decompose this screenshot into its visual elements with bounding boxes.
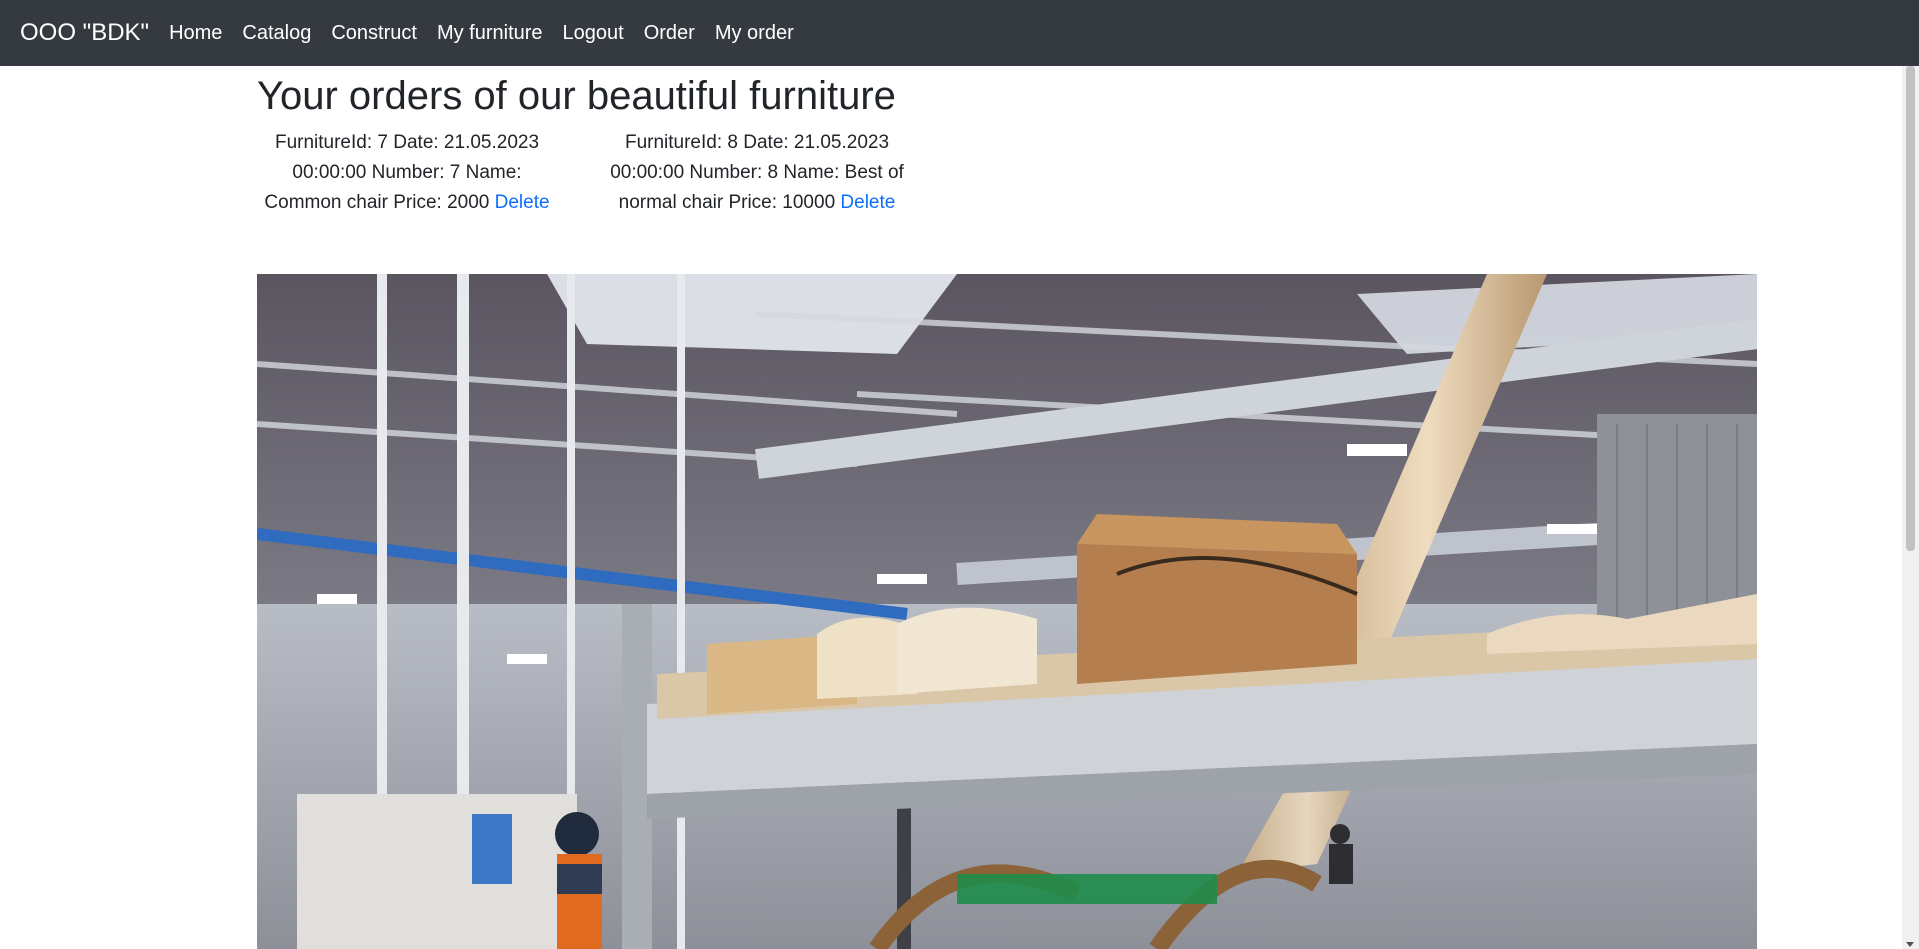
top-navbar: OOO "BDK" Home Catalog Construct My furn… — [0, 0, 1919, 66]
nav-link-catalog[interactable]: Catalog — [232, 22, 321, 45]
order-item: FurnitureId: 8 Date: 21.05.2023 00:00:00… — [607, 128, 907, 218]
scroll-down-arrow-icon[interactable] — [1906, 942, 1914, 947]
furniture-factory-photo — [257, 274, 1757, 949]
page-title: Your orders of our beautiful furniture — [257, 74, 896, 118]
brand-link[interactable]: OOO "BDK" — [20, 19, 149, 47]
factory-illustration — [257, 274, 1757, 949]
order-item: FurnitureId: 7 Date: 21.05.2023 00:00:00… — [257, 128, 557, 218]
nav-link-logout[interactable]: Logout — [553, 22, 634, 45]
page-scrollbar[interactable] — [1902, 66, 1919, 949]
nav-link-home[interactable]: Home — [159, 22, 232, 45]
delete-order-link[interactable]: Delete — [495, 192, 550, 213]
nav-link-my-order[interactable]: My order — [705, 22, 804, 45]
nav-link-construct[interactable]: Construct — [321, 22, 427, 45]
nav-link-my-furniture[interactable]: My furniture — [427, 22, 553, 45]
orders-list: FurnitureId: 7 Date: 21.05.2023 00:00:00… — [257, 128, 1757, 218]
main-content: Your orders of our beautiful furniture F… — [257, 66, 1757, 218]
scrollbar-thumb[interactable] — [1906, 66, 1915, 551]
nav-link-order[interactable]: Order — [634, 22, 705, 45]
delete-order-link[interactable]: Delete — [840, 192, 895, 213]
